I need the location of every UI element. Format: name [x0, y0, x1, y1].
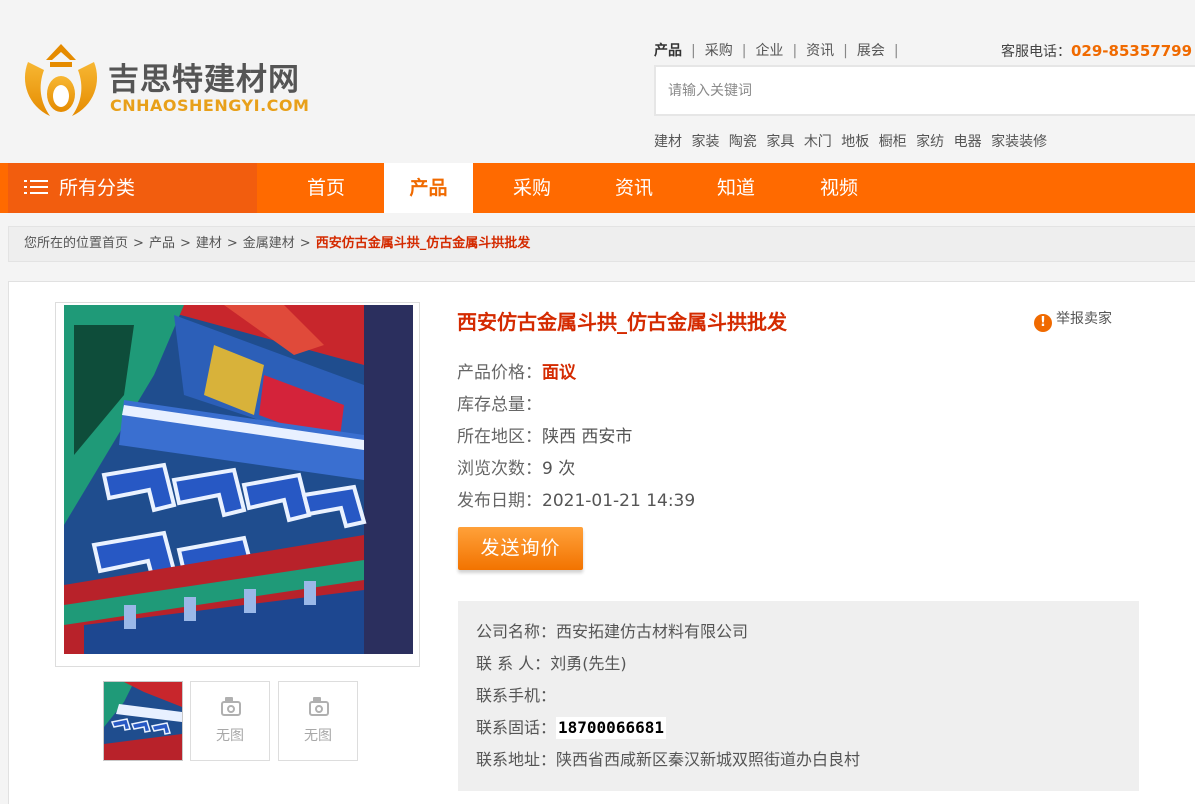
- company-name-row: 公司名称：西安拓建仿古材料有限公司: [476, 622, 749, 641]
- tab-separator: |: [741, 43, 747, 59]
- thumbnail-2[interactable]: 无图: [190, 681, 270, 761]
- region-value: 陕西 西安市: [542, 427, 633, 447]
- logo-domain: CNHAOSHENGYI.COM: [110, 96, 310, 115]
- no-image-label: 无图: [304, 728, 332, 744]
- nav-video[interactable]: 视频: [789, 163, 889, 213]
- search-input[interactable]: [656, 67, 1195, 114]
- camera-icon: [309, 701, 329, 716]
- hot-keyword-link[interactable]: 家纺: [916, 134, 944, 150]
- thumbnail-1[interactable]: [103, 681, 183, 761]
- report-seller-link[interactable]: ! 举报卖家: [1034, 308, 1112, 332]
- contact-person-row: 联 系 人：刘勇(先生): [476, 654, 627, 673]
- service-hotline: 客服电话：029-85357799: [1001, 41, 1192, 61]
- attr-views: 浏览次数：9 次: [457, 459, 576, 479]
- tab-separator: |: [691, 43, 696, 59]
- site-header: 吉思特建材网 CNHAOSHENGYI.COM 产品 | 采购 | 企业 | 资讯 | 展会 | …: [0, 0, 1195, 163]
- breadcrumb-home[interactable]: 首页: [102, 236, 128, 251]
- hot-keyword-link[interactable]: 橱柜: [879, 134, 907, 150]
- hot-keywords: 建材 家装 陶瓷 家具 木门 地板 橱柜 家纺 电器 家装装修: [654, 131, 1052, 151]
- breadcrumb-arrow: >: [133, 236, 144, 251]
- hot-keyword-link[interactable]: 木门: [804, 134, 832, 150]
- tab-separator: |: [893, 43, 899, 59]
- product-panel: 无图 无图 西安仿古金属斗拱_仿古金属斗拱批发 ! 举报卖家 产品价格：面议 库存…: [8, 281, 1195, 804]
- camera-icon: [221, 701, 241, 716]
- address-row: 联系地址：陕西省西咸新区秦汉新城双照街道办白良村: [476, 750, 861, 769]
- hotline-number: 029-85357799: [1071, 42, 1193, 60]
- nav-products[interactable]: 产品: [384, 163, 473, 213]
- hot-keyword-link[interactable]: 陶瓷: [729, 134, 757, 150]
- search-tab-news[interactable]: 资讯: [806, 40, 834, 60]
- search-tab-exhibition[interactable]: 展会: [857, 40, 885, 60]
- tab-separator: |: [792, 43, 798, 59]
- search-tab-purchase[interactable]: 采购: [705, 40, 733, 60]
- product-attributes: 产品价格：面议 库存总量： 所在地区：陕西 西安市 浏览次数：9 次 发布日期：…: [457, 357, 695, 517]
- phone-row: 联系固话： 18700066681: [476, 717, 666, 739]
- nav-purchase[interactable]: 采购: [482, 163, 582, 213]
- breadcrumb-arrow: >: [226, 236, 238, 251]
- menu-list-icon: [24, 179, 48, 195]
- hotline-label: 客服电话：: [1001, 44, 1071, 60]
- price-value: 面议: [542, 363, 576, 383]
- product-main-image-frame: [55, 302, 420, 667]
- breadcrumb-arrow: >: [179, 236, 191, 251]
- breadcrumb-prefix: 您所在的位置: [24, 236, 103, 251]
- address-value: 陕西省西咸新区秦汉新城双照街道办白良村: [556, 750, 861, 769]
- dougong-photo-illustration: [64, 305, 413, 654]
- search-tab-product[interactable]: 产品: [654, 40, 682, 60]
- breadcrumb-metal[interactable]: 金属建材: [243, 236, 295, 251]
- thumbnail-3[interactable]: 无图: [278, 681, 358, 761]
- nav-home[interactable]: 首页: [276, 163, 376, 213]
- hot-keyword-link[interactable]: 建材: [654, 134, 682, 150]
- nav-knowledge[interactable]: 知道: [686, 163, 786, 213]
- search-tab-company[interactable]: 企业: [755, 40, 783, 60]
- hot-keyword-link[interactable]: 家装: [691, 134, 719, 150]
- site-logo[interactable]: 吉思特建材网 CNHAOSHENGYI.COM: [20, 40, 320, 120]
- attr-stock: 库存总量：: [457, 395, 542, 415]
- search-type-tabs: 产品 | 采购 | 企业 | 资讯 | 展会 |: [654, 40, 908, 60]
- nav-news[interactable]: 资讯: [584, 163, 684, 213]
- breadcrumb-building[interactable]: 建材: [196, 236, 222, 251]
- attr-price: 产品价格：面议: [457, 363, 576, 383]
- company-info: 公司名称：西安拓建仿古材料有限公司 联 系 人：刘勇(先生) 联系手机： 联系固…: [458, 601, 1139, 791]
- views-value: 9 次: [542, 459, 576, 479]
- alert-icon: !: [1034, 314, 1052, 332]
- main-nav: 所有分类 首页 产品 采购 资讯 知道 视频: [0, 163, 1195, 213]
- breadcrumb: 您所在的位置首页 > 产品 > 建材 > 金属建材 > 西安仿古金属斗拱_仿古金属斗拱批发: [8, 226, 1195, 262]
- hot-keyword-link[interactable]: 电器: [954, 134, 982, 150]
- breadcrumb-products[interactable]: 产品: [149, 236, 175, 251]
- mobile-row: 联系手机：: [476, 686, 557, 705]
- product-title: 西安仿古金属斗拱_仿古金属斗拱批发: [457, 310, 787, 334]
- report-label: 举报卖家: [1056, 311, 1112, 327]
- phone-number-image: 18700066681: [556, 717, 666, 739]
- tab-separator: |: [843, 43, 848, 59]
- company-name[interactable]: 西安拓建仿古材料有限公司: [556, 622, 748, 641]
- contact-person: 刘勇(先生): [550, 654, 627, 673]
- breadcrumb-current[interactable]: 西安仿古金属斗拱_仿古金属斗拱批发: [316, 236, 531, 251]
- attr-date: 发布日期：2021-01-21 14:39: [457, 491, 696, 511]
- logo-emblem-icon: [24, 44, 98, 116]
- logo-title: 吉思特建材网: [108, 62, 300, 98]
- send-inquiry-button[interactable]: 发送询价: [458, 527, 583, 570]
- hot-keyword-link[interactable]: 家具: [766, 134, 794, 150]
- all-categories-button[interactable]: 所有分类: [8, 163, 257, 213]
- hot-keyword-link[interactable]: 家装装修: [991, 134, 1047, 150]
- date-value: 2021-01-21 14:39: [542, 491, 696, 511]
- hot-keyword-link[interactable]: 地板: [841, 134, 869, 150]
- product-main-image[interactable]: [64, 305, 413, 654]
- all-categories-label: 所有分类: [59, 177, 136, 199]
- search-box: [654, 65, 1195, 116]
- attr-region: 所在地区：陕西 西安市: [457, 427, 633, 447]
- thumbnail-image: [104, 682, 182, 760]
- no-image-label: 无图: [216, 728, 244, 744]
- breadcrumb-arrow: >: [299, 236, 311, 251]
